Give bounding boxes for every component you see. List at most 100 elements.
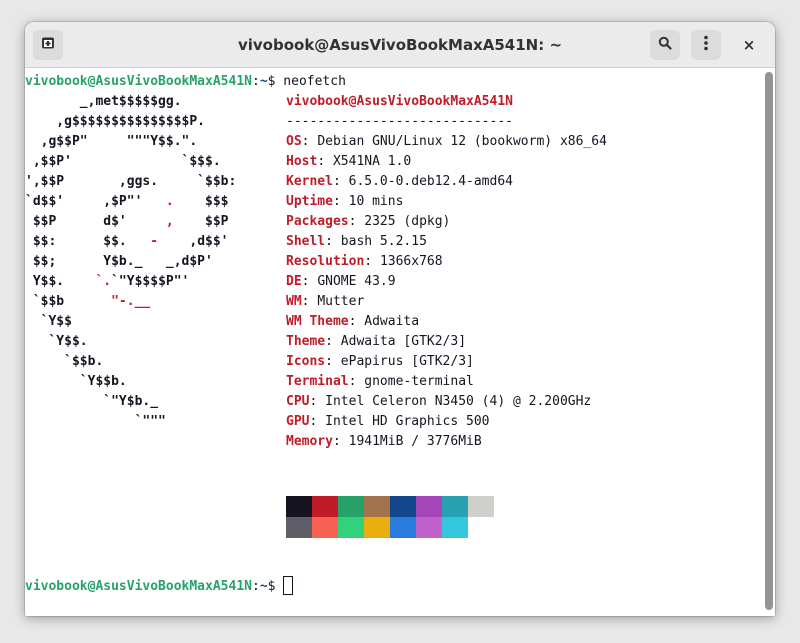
info-sep: : [348, 374, 365, 389]
palette-row-bright [286, 517, 494, 538]
info-sep: : [309, 394, 326, 409]
logo-segment: `Y$$. [25, 334, 88, 349]
info-sep: : [325, 234, 341, 249]
terminal-new-tab-icon [41, 36, 55, 54]
logo-segment: $$: $$. [25, 234, 151, 249]
logo-segment: `Y$$ [25, 314, 72, 329]
search-button[interactable] [650, 30, 680, 60]
logo-line: `Y$$b. [25, 372, 127, 392]
terminal-window: vivobook@AsusVivoBookMaxA541N: ~ × vivob… [25, 22, 775, 616]
command-text: neofetch [283, 74, 346, 89]
color-swatch [416, 517, 442, 538]
info-rule: ----------------------------- [286, 114, 513, 129]
info-value: Adwaita [364, 314, 420, 329]
info-key: Terminal [286, 374, 349, 389]
info-key: Kernel [286, 174, 333, 189]
info-row: WM Theme: Adwaita [286, 312, 419, 332]
logo-segment: `"Y$$$$P"' [111, 274, 190, 289]
logo-line: Y$$. `.`"Y$$$$P"' [25, 272, 190, 292]
logo-segment: `d$$' ,$P"' [25, 194, 166, 209]
info-key: Resolution [286, 254, 365, 269]
info-sep: : [364, 254, 380, 269]
logo-segment: `""" [25, 414, 166, 429]
color-swatch [364, 496, 390, 517]
logo-segment: $$; Y$b._ _,d$P' [25, 254, 213, 269]
palette-row-normal [286, 496, 494, 517]
info-sep: : [348, 314, 365, 329]
close-icon: × [742, 36, 756, 54]
logo-line: $$; Y$b._ _,d$P' [25, 252, 213, 272]
info-key: Shell [286, 234, 326, 249]
info-row: Theme: Adwaita [GTK2/3] [286, 332, 466, 352]
logo-segment: ',$$P ,ggs. `$$b: [25, 174, 237, 189]
info-row: Uptime: 10 mins [286, 192, 403, 212]
info-key: Host [286, 154, 318, 169]
info-row: Packages: 2325 (dpkg) [286, 212, 450, 232]
info-host: AsusVivoBookMaxA541N [356, 94, 513, 109]
logo-segment: $$P d$' [25, 214, 166, 229]
info-value: GNOME 43.9 [317, 274, 396, 289]
logo-segment: ,g$$P" """Y$$.". [25, 134, 198, 149]
info-row: DE: GNOME 43.9 [286, 272, 396, 292]
info-row: OS: Debian GNU/Linux 12 (bookworm) x86_6… [286, 132, 607, 152]
color-swatch [416, 496, 442, 517]
info-sep: : [325, 334, 341, 349]
logo-segment: ,g$$$$$$$$$$$$$$$P. [25, 114, 206, 129]
new-tab-button[interactable] [33, 30, 63, 60]
color-swatch [312, 496, 338, 517]
info-sep: : [301, 134, 318, 149]
info-header: vivobook@AsusVivoBookMaxA541N [286, 92, 513, 112]
logo-segment: ,$$P' `$$$. [25, 154, 221, 169]
close-button[interactable]: × [737, 34, 761, 56]
info-sep: : [309, 414, 326, 429]
prompt-path: ~ [259, 579, 268, 594]
logo-line: `Y$$. [25, 332, 88, 352]
info-key: Theme [286, 334, 326, 349]
scrollbar[interactable] [763, 68, 775, 616]
logo-line: ,$$P' `$$$. [25, 152, 221, 172]
info-key: Packages [286, 214, 349, 229]
prompt-symbol: $ [267, 74, 284, 89]
info-row: CPU: Intel Celeron N3450 (4) @ 2.200GHz [286, 392, 591, 412]
prompt-sep: : [251, 579, 260, 594]
info-sep: : [332, 174, 349, 189]
info-value: bash 5.2.15 [340, 234, 427, 249]
logo-segment: . [165, 194, 174, 209]
info-value: ePapirus [GTK2/3] [340, 354, 474, 369]
terminal-view[interactable]: vivobook@AsusVivoBookMaxA541N:~$ neofetc… [25, 68, 763, 616]
info-key: OS [286, 134, 302, 149]
color-swatch [286, 517, 312, 538]
menu-button[interactable] [691, 30, 721, 60]
scrollbar-thumb[interactable] [765, 72, 773, 610]
logo-segment: , [165, 214, 174, 229]
info-key: CPU [286, 394, 310, 409]
info-sep: : [332, 434, 349, 449]
info-value: X541NA 1.0 [332, 154, 412, 169]
info-row: Terminal: gnome-terminal [286, 372, 474, 392]
prompt-line: vivobook@AsusVivoBookMaxA541N:~$ [25, 576, 294, 596]
prompt-user-host: vivobook@AsusVivoBookMaxA541N [25, 74, 252, 89]
info-key: Icons [286, 354, 326, 369]
info-value: Debian GNU/Linux 12 (bookworm) x86_64 [317, 134, 607, 149]
logo-segment: $$$ [173, 194, 229, 209]
logo-segment: Y$$. [25, 274, 96, 289]
info-sep: : [301, 294, 318, 309]
logo-line: $$P d$' , $$P [25, 212, 229, 232]
logo-line: `"Y$b._ [25, 392, 158, 412]
logo-segment: `Y$$b. [25, 374, 127, 389]
logo-segment: $$P [173, 214, 229, 229]
logo-segment: `$$b [25, 294, 112, 309]
info-key: GPU [286, 414, 310, 429]
command-line: vivobook@AsusVivoBookMaxA541N:~$ neofetc… [25, 72, 346, 92]
logo-line: ,g$$P" """Y$$.". [25, 132, 198, 152]
info-row: Shell: bash 5.2.15 [286, 232, 427, 252]
logo-line: ',$$P ,ggs. `$$b: [25, 172, 236, 192]
info-value: 1941MiB / 3776MiB [348, 434, 482, 449]
info-value: Intel HD Graphics 500 [325, 414, 490, 429]
color-swatch [442, 517, 468, 538]
logo-line: `d$$' ,$P"' . $$$ [25, 192, 229, 212]
info-row: Kernel: 6.5.0-0.deb12.4-amd64 [286, 172, 513, 192]
logo-segment: - [150, 234, 159, 249]
info-key: WM [286, 294, 302, 309]
logo-line: ,g$$$$$$$$$$$$$$$P. [25, 112, 205, 132]
